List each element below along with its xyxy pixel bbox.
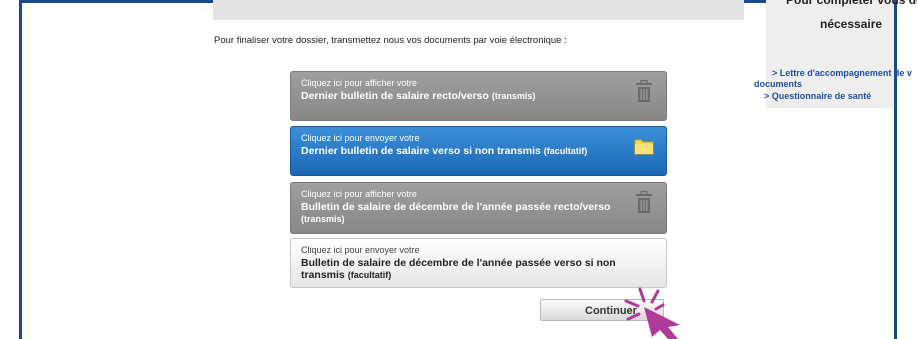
link-cover-letter[interactable]: > Lettre d'accompagnement de v: [772, 68, 912, 78]
doc-action-text: Cliquez ici pour envoyer votre: [301, 245, 420, 255]
click-pointer-icon: [624, 287, 680, 339]
doc-title: Dernier bulletin de salaire verso si non…: [301, 145, 588, 157]
side-heading-line1: Pour compléter vous de: [786, 0, 917, 7]
doc-action-text: Cliquez ici pour afficher votre: [301, 189, 417, 199]
doc-title: Bulletin de salaire de décembre de l'ann…: [301, 201, 611, 224]
doc-button-last-payslip-upload[interactable]: Cliquez ici pour envoyer votre Dernier b…: [290, 126, 667, 176]
doc-button-december-payslip-view[interactable]: Cliquez ici pour afficher votre Bulletin…: [290, 182, 667, 234]
link-cover-letter-cont[interactable]: documents: [754, 79, 802, 89]
doc-title: Dernier bulletin de salaire recto/verso …: [301, 90, 536, 102]
folder-icon[interactable]: [634, 137, 654, 160]
link-health-questionnaire[interactable]: > Questionnaire de santé: [764, 91, 871, 101]
side-heading-line2: nécessaire: [820, 17, 883, 31]
trash-icon[interactable]: [634, 79, 654, 109]
trash-icon[interactable]: [634, 190, 654, 220]
doc-action-text: Cliquez ici pour envoyer votre: [301, 133, 420, 143]
header-bar: [213, 0, 744, 20]
intro-text: Pour finaliser votre dossier, transmette…: [214, 35, 567, 46]
doc-action-text: Cliquez ici pour afficher votre: [301, 78, 417, 88]
frame-right-border: [894, 0, 897, 339]
doc-title: Bulletin de salaire de décembre de l'ann…: [301, 257, 616, 281]
frame-left-border: [19, 0, 22, 339]
doc-button-december-payslip-upload[interactable]: Cliquez ici pour envoyer votre Bulletin …: [290, 238, 667, 288]
doc-button-last-payslip-view[interactable]: Cliquez ici pour afficher votre Dernier …: [290, 71, 667, 121]
